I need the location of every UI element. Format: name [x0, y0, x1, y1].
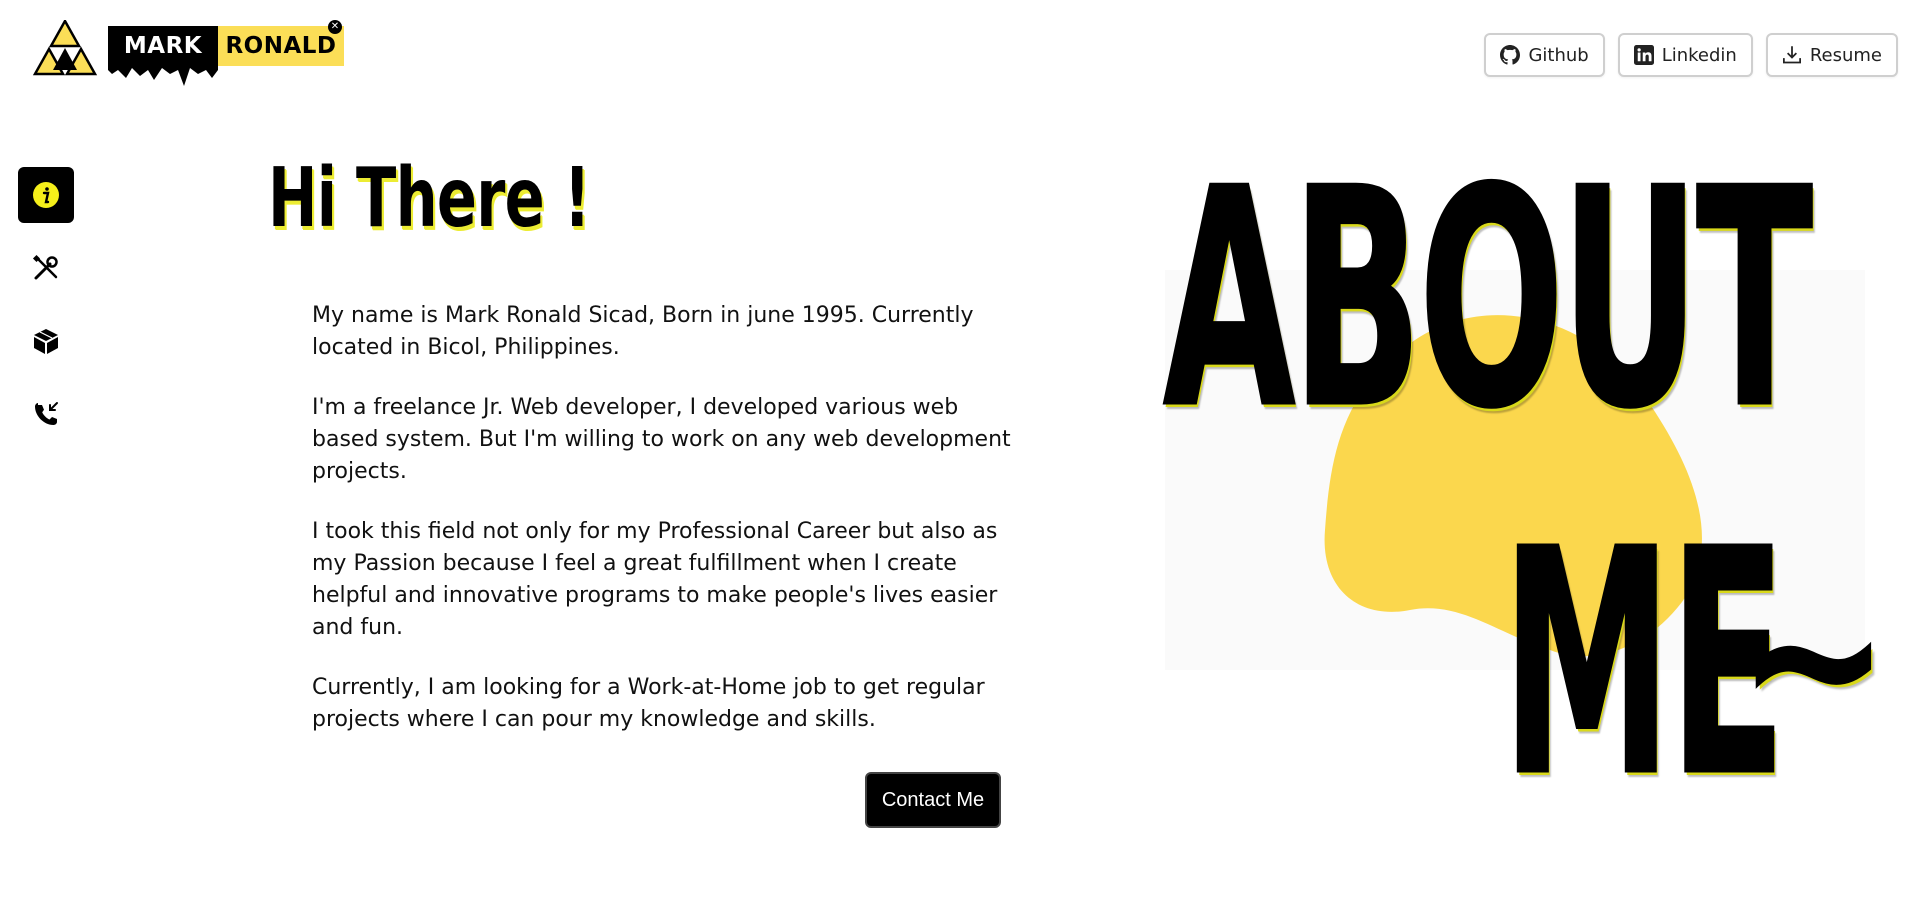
tools-icon — [32, 254, 58, 280]
download-icon — [1782, 45, 1802, 65]
about-paragraph: I'm a freelance Jr. Web developer, I dev… — [312, 395, 1011, 484]
about-heading-art: ABOUT — [1162, 125, 1814, 474]
sidebar-item-about[interactable] — [18, 167, 74, 223]
brand-name: MARK RONALD — [108, 26, 344, 66]
close-icon: ✕ — [328, 20, 342, 34]
contact-me-button[interactable]: Contact Me — [865, 772, 1001, 828]
resume-label: Resume — [1809, 44, 1882, 66]
paint-drip-decoration — [108, 64, 218, 86]
brand-first-name: MARK — [108, 26, 218, 66]
sidebar-nav — [18, 167, 74, 459]
github-icon — [1500, 45, 1521, 65]
site-logo[interactable]: MARK RONALD ✕ — [30, 18, 350, 90]
page-title: Hi There ! — [268, 151, 591, 246]
box-icon — [34, 329, 58, 354]
about-paragraph: I took this field not only for my Profes… — [312, 519, 998, 640]
about-paragraph: Currently, I am looking for a Work-at-Ho… — [312, 675, 985, 732]
sidebar-item-skills[interactable] — [18, 240, 74, 296]
github-label: Github — [1528, 44, 1589, 66]
top-nav: Github Linkedin Resume — [1484, 33, 1898, 77]
linkedin-icon — [1633, 45, 1654, 65]
phone-icon — [35, 402, 58, 425]
info-icon — [33, 182, 59, 208]
github-button[interactable]: Github — [1484, 33, 1605, 77]
triangle-logo-icon — [30, 18, 100, 76]
about-paragraph: My name is Mark Ronald Sicad, Born in ju… — [312, 303, 974, 360]
about-text: My name is Mark Ronald Sicad, Born in ju… — [312, 300, 1012, 764]
linkedin-button[interactable]: Linkedin — [1617, 33, 1753, 77]
tilde-decoration: ~ — [1737, 543, 1891, 776]
resume-download-button[interactable]: Resume — [1765, 33, 1898, 77]
brand-last-name: RONALD — [218, 26, 344, 66]
sidebar-item-projects[interactable] — [18, 313, 74, 369]
sidebar-item-contact[interactable] — [18, 386, 74, 442]
linkedin-label: Linkedin — [1661, 44, 1737, 66]
